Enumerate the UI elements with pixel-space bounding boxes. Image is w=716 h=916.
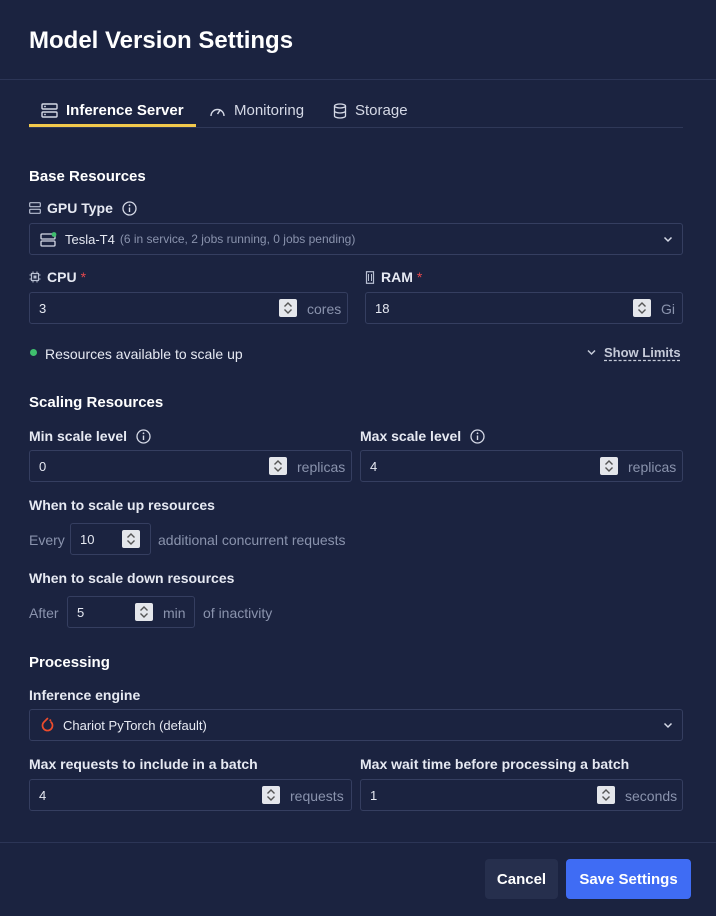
gpu-type-value: Tesla-T4 <box>65 231 115 247</box>
inference-engine-select[interactable]: Chariot PyTorch (default) <box>29 709 683 741</box>
scale-up-input[interactable] <box>71 524 119 554</box>
tab-inference-server[interactable]: Inference Server <box>41 94 184 127</box>
cpu-unit: cores <box>307 301 342 317</box>
max-scale-field: replicas <box>360 450 683 482</box>
stepper-arrows-icon <box>127 533 135 545</box>
scale-down-field: min <box>67 596 195 628</box>
ram-input[interactable] <box>366 293 626 323</box>
info-icon[interactable] <box>122 200 137 216</box>
ram-unit: Gi <box>661 301 675 317</box>
min-scale-field: replicas <box>29 450 352 482</box>
chevron-down-icon <box>587 349 596 356</box>
resource-status-text: Resources available to scale up <box>45 346 243 362</box>
max-scale-label: Max scale level <box>360 428 485 444</box>
max-requests-unit: requests <box>290 788 344 804</box>
ram-stepper[interactable] <box>633 299 651 317</box>
max-wait-unit: seconds <box>625 788 678 804</box>
scale-down-label: When to scale down resources <box>29 570 235 586</box>
max-wait-field: seconds <box>360 779 683 811</box>
save-settings-button[interactable]: Save Settings <box>566 859 691 899</box>
gpu-type-label: GPU Type <box>29 200 137 216</box>
scale-down-prefix: After <box>29 605 59 621</box>
cpu-stepper[interactable] <box>279 299 297 317</box>
cpu-input[interactable] <box>30 293 270 323</box>
scale-up-stepper[interactable] <box>122 530 140 548</box>
section-title-base-resources: Base Resources <box>29 168 146 185</box>
inference-engine-label: Inference engine <box>29 687 141 703</box>
server-icon <box>29 202 41 214</box>
ram-label: RAM * <box>365 269 422 285</box>
max-scale-stepper[interactable] <box>600 457 618 475</box>
max-requests-field: requests <box>29 779 352 811</box>
tab-label: Inference Server <box>66 102 184 119</box>
status-indicator-dot <box>30 349 37 356</box>
stepper-arrows-icon <box>284 302 292 314</box>
cpu-label: CPU * <box>29 269 86 285</box>
stepper-arrows-icon <box>602 789 610 801</box>
gpu-type-select[interactable]: Tesla-T4 (6 in service, 2 jobs running, … <box>29 223 683 255</box>
section-title-processing: Processing <box>29 654 110 671</box>
required-marker: * <box>416 269 423 285</box>
active-tab-indicator <box>29 124 196 127</box>
ram-field: Gi <box>365 292 683 324</box>
max-scale-input[interactable] <box>361 451 591 481</box>
max-wait-input[interactable] <box>361 780 586 810</box>
tab-monitoring[interactable]: Monitoring <box>209 94 304 127</box>
inference-engine-value: Chariot PyTorch (default) <box>63 717 207 733</box>
scale-up-label: When to scale up resources <box>29 497 215 513</box>
chevron-down-icon <box>663 236 673 243</box>
stepper-arrows-icon <box>274 460 282 472</box>
stepper-arrows-icon <box>605 460 613 472</box>
max-wait-label: Max wait time before processing a batch <box>360 756 630 772</box>
scale-down-unit: min <box>163 605 186 621</box>
stepper-arrows-icon <box>267 789 275 801</box>
scale-up-prefix: Every <box>29 532 65 548</box>
max-requests-input[interactable] <box>30 780 255 810</box>
cancel-button[interactable]: Cancel <box>485 859 558 899</box>
gpu-type-detail: (6 in service, 2 jobs running, 0 jobs pe… <box>119 232 356 246</box>
tab-label: Storage <box>355 102 408 119</box>
tab-storage[interactable]: Storage <box>333 94 408 127</box>
server-icon <box>41 103 58 118</box>
info-icon[interactable] <box>136 428 151 444</box>
min-scale-unit: replicas <box>297 459 346 475</box>
info-icon[interactable] <box>470 428 485 444</box>
stepper-arrows-icon <box>638 302 646 314</box>
memory-icon <box>365 270 375 284</box>
show-limits-label: Show Limits <box>604 345 681 360</box>
gpu-server-icon <box>40 231 57 247</box>
pytorch-icon <box>41 717 54 732</box>
show-limits-toggle[interactable]: Show Limits <box>586 345 681 360</box>
cpu-icon <box>29 271 41 283</box>
database-icon <box>333 102 347 119</box>
scale-up-field <box>70 523 151 555</box>
scale-up-suffix: additional concurrent requests <box>158 532 346 548</box>
stepper-arrows-icon <box>140 606 148 618</box>
min-scale-label: Min scale level <box>29 428 151 444</box>
dialog-header: Model Version Settings <box>0 0 716 80</box>
dialog-title: Model Version Settings <box>29 27 294 54</box>
chevron-down-icon <box>663 722 673 729</box>
max-wait-stepper[interactable] <box>597 786 615 804</box>
tab-label: Monitoring <box>234 102 305 119</box>
scale-down-input[interactable] <box>68 597 130 627</box>
gauge-icon <box>210 108 225 116</box>
section-title-scaling-resources: Scaling Resources <box>29 394 164 411</box>
max-requests-label: Max requests to include in a batch <box>29 756 258 772</box>
cpu-field: cores <box>29 292 348 324</box>
scale-down-suffix: of inactivity <box>203 605 273 621</box>
tab-bar: Inference Server Monitoring Storage <box>29 94 683 128</box>
scale-down-stepper[interactable] <box>135 603 153 621</box>
min-scale-stepper[interactable] <box>269 457 287 475</box>
required-marker: * <box>80 269 87 285</box>
max-requests-stepper[interactable] <box>262 786 280 804</box>
max-scale-unit: replicas <box>628 459 677 475</box>
min-scale-input[interactable] <box>30 451 260 481</box>
